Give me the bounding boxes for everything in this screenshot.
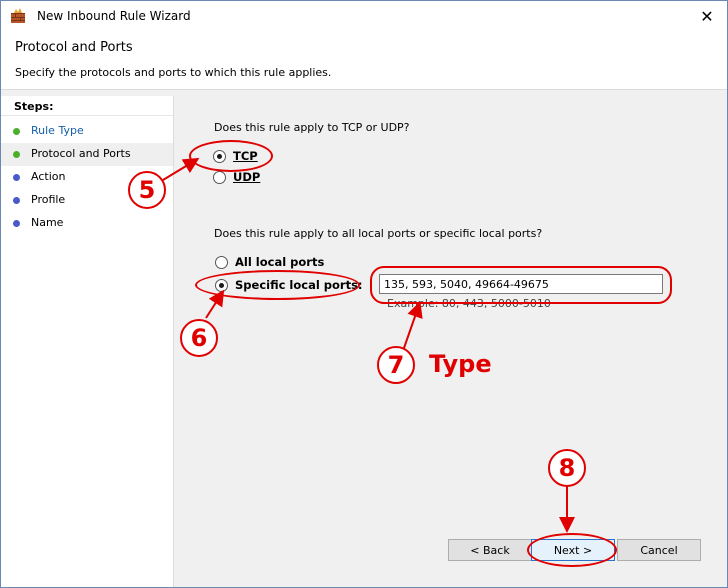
step-8-badge: 8 xyxy=(548,449,586,487)
step-6-badge: 6 xyxy=(180,319,218,357)
step-7-badge: 7 xyxy=(377,346,415,384)
step-5-badge: 5 xyxy=(128,171,166,209)
type-annotation-label: Type xyxy=(429,350,492,378)
arrow-to-specific-ports xyxy=(205,289,225,319)
arrow-to-ports-input xyxy=(403,301,423,349)
annotation-arrows xyxy=(162,157,575,533)
arrow-to-tcp xyxy=(162,157,200,181)
